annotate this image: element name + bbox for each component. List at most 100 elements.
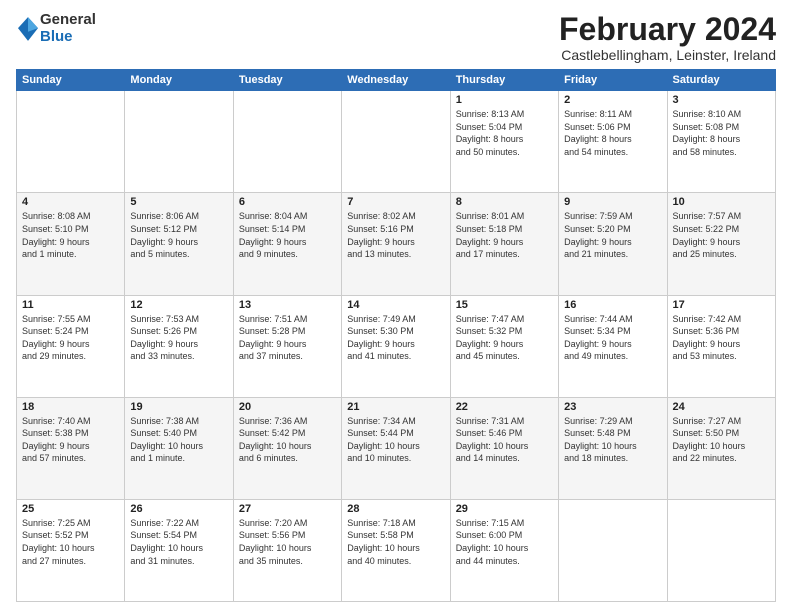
calendar-cell — [125, 91, 233, 193]
week-row-4: 25 Sunrise: 7:25 AM Sunset: 5:52 PM Dayli… — [17, 499, 776, 601]
cell-info: Sunrise: 7:31 AM Sunset: 5:46 PM Dayligh… — [456, 415, 553, 465]
location-subtitle: Castlebellingham, Leinster, Ireland — [559, 47, 776, 63]
day-number: 9 — [564, 196, 661, 208]
calendar-cell: 13Sunrise: 7:51 AM Sunset: 5:28 PM Dayli… — [233, 295, 341, 397]
col-header-saturday: Saturday — [667, 70, 775, 91]
calendar-cell: 3 Sunrise: 8:10 AM Sunset: 5:08 PM Daylig… — [667, 91, 775, 193]
day-number: 23 — [564, 401, 661, 413]
logo-text: General Blue — [40, 12, 96, 45]
day-number: 1 — [456, 94, 553, 106]
day-number: 14 — [347, 299, 444, 311]
day-number: 8 — [456, 196, 553, 208]
page: General Blue February 2024 Castlebelling… — [0, 0, 792, 612]
cell-info: Sunrise: 7:29 AM Sunset: 5:48 PM Dayligh… — [564, 415, 661, 465]
calendar-cell: 28Sunrise: 7:18 AM Sunset: 5:58 PM Dayli… — [342, 499, 450, 601]
calendar-cell: 8 Sunrise: 8:01 AM Sunset: 5:18 PM Daylig… — [450, 193, 558, 295]
logo-blue: Blue — [40, 29, 96, 46]
calendar-cell: 9 Sunrise: 7:59 AM Sunset: 5:20 PM Daylig… — [559, 193, 667, 295]
cell-info: Sunrise: 8:13 AM Sunset: 5:04 PM Dayligh… — [456, 108, 553, 158]
day-number: 11 — [22, 299, 119, 311]
header: General Blue February 2024 Castlebelling… — [16, 12, 776, 63]
day-number: 25 — [22, 503, 119, 515]
cell-info: Sunrise: 7:38 AM Sunset: 5:40 PM Dayligh… — [130, 415, 227, 465]
cell-info: Sunrise: 8:04 AM Sunset: 5:14 PM Dayligh… — [239, 210, 336, 260]
cell-info: Sunrise: 7:57 AM Sunset: 5:22 PM Dayligh… — [673, 210, 770, 260]
calendar-table: SundayMondayTuesdayWednesdayThursdayFrid… — [16, 69, 776, 602]
day-number: 18 — [22, 401, 119, 413]
calendar-cell — [559, 499, 667, 601]
cell-info: Sunrise: 8:08 AM Sunset: 5:10 PM Dayligh… — [22, 210, 119, 260]
cell-info: Sunrise: 8:06 AM Sunset: 5:12 PM Dayligh… — [130, 210, 227, 260]
calendar-cell: 17Sunrise: 7:42 AM Sunset: 5:36 PM Dayli… — [667, 295, 775, 397]
calendar-cell — [667, 499, 775, 601]
calendar-cell: 10Sunrise: 7:57 AM Sunset: 5:22 PM Dayli… — [667, 193, 775, 295]
cell-info: Sunrise: 8:01 AM Sunset: 5:18 PM Dayligh… — [456, 210, 553, 260]
col-header-sunday: Sunday — [17, 70, 125, 91]
calendar-cell: 6 Sunrise: 8:04 AM Sunset: 5:14 PM Daylig… — [233, 193, 341, 295]
logo: General Blue — [16, 12, 96, 45]
header-row: SundayMondayTuesdayWednesdayThursdayFrid… — [17, 70, 776, 91]
calendar-cell: 4 Sunrise: 8:08 AM Sunset: 5:10 PM Daylig… — [17, 193, 125, 295]
title-block: February 2024 Castlebellingham, Leinster… — [559, 12, 776, 63]
day-number: 19 — [130, 401, 227, 413]
calendar-cell: 20 Sunrise: 7:36 AM Sunset: 5:42 PM Dayli… — [233, 397, 341, 499]
calendar-cell: 25 Sunrise: 7:25 AM Sunset: 5:52 PM Dayli… — [17, 499, 125, 601]
calendar-cell: 15 Sunrise: 7:47 AM Sunset: 5:32 PM Dayli… — [450, 295, 558, 397]
col-header-wednesday: Wednesday — [342, 70, 450, 91]
cell-info: Sunrise: 7:15 AM Sunset: 6:00 PM Dayligh… — [456, 517, 553, 567]
cell-info: Sunrise: 7:36 AM Sunset: 5:42 PM Dayligh… — [239, 415, 336, 465]
month-title: February 2024 — [559, 12, 776, 47]
cell-info: Sunrise: 7:25 AM Sunset: 5:52 PM Dayligh… — [22, 517, 119, 567]
cell-info: Sunrise: 7:22 AM Sunset: 5:54 PM Dayligh… — [130, 517, 227, 567]
calendar-cell — [342, 91, 450, 193]
day-number: 13 — [239, 299, 336, 311]
calendar-cell: 22 Sunrise: 7:31 AM Sunset: 5:46 PM Dayli… — [450, 397, 558, 499]
calendar-cell: 2 Sunrise: 8:11 AM Sunset: 5:06 PM Daylig… — [559, 91, 667, 193]
cell-info: Sunrise: 7:59 AM Sunset: 5:20 PM Dayligh… — [564, 210, 661, 260]
day-number: 24 — [673, 401, 770, 413]
cell-info: Sunrise: 8:10 AM Sunset: 5:08 PM Dayligh… — [673, 108, 770, 158]
calendar-cell: 11 Sunrise: 7:55 AM Sunset: 5:24 PM Dayli… — [17, 295, 125, 397]
logo-icon — [18, 15, 38, 43]
col-header-friday: Friday — [559, 70, 667, 91]
day-number: 2 — [564, 94, 661, 106]
cell-info: Sunrise: 7:55 AM Sunset: 5:24 PM Dayligh… — [22, 313, 119, 363]
calendar-cell: 14 Sunrise: 7:49 AM Sunset: 5:30 PM Dayli… — [342, 295, 450, 397]
calendar-cell: 21 Sunrise: 7:34 AM Sunset: 5:44 PM Dayli… — [342, 397, 450, 499]
week-row-0: 1 Sunrise: 8:13 AM Sunset: 5:04 PM Daylig… — [17, 91, 776, 193]
day-number: 15 — [456, 299, 553, 311]
day-number: 27 — [239, 503, 336, 515]
day-number: 3 — [673, 94, 770, 106]
day-number: 21 — [347, 401, 444, 413]
col-header-thursday: Thursday — [450, 70, 558, 91]
day-number: 6 — [239, 196, 336, 208]
day-number: 22 — [456, 401, 553, 413]
calendar-cell — [17, 91, 125, 193]
calendar-cell: 12Sunrise: 7:53 AM Sunset: 5:26 PM Dayli… — [125, 295, 233, 397]
day-number: 20 — [239, 401, 336, 413]
cell-info: Sunrise: 7:49 AM Sunset: 5:30 PM Dayligh… — [347, 313, 444, 363]
calendar-cell: 5Sunrise: 8:06 AM Sunset: 5:12 PM Daylig… — [125, 193, 233, 295]
cell-info: Sunrise: 8:11 AM Sunset: 5:06 PM Dayligh… — [564, 108, 661, 158]
calendar-cell: 1 Sunrise: 8:13 AM Sunset: 5:04 PM Daylig… — [450, 91, 558, 193]
week-row-1: 4 Sunrise: 8:08 AM Sunset: 5:10 PM Daylig… — [17, 193, 776, 295]
calendar-cell: 19 Sunrise: 7:38 AM Sunset: 5:40 PM Dayli… — [125, 397, 233, 499]
day-number: 16 — [564, 299, 661, 311]
day-number: 4 — [22, 196, 119, 208]
logo-general: General — [40, 12, 96, 29]
calendar-cell: 16Sunrise: 7:44 AM Sunset: 5:34 PM Dayli… — [559, 295, 667, 397]
cell-info: Sunrise: 7:34 AM Sunset: 5:44 PM Dayligh… — [347, 415, 444, 465]
cell-info: Sunrise: 7:47 AM Sunset: 5:32 PM Dayligh… — [456, 313, 553, 363]
cell-info: Sunrise: 7:40 AM Sunset: 5:38 PM Dayligh… — [22, 415, 119, 465]
cell-info: Sunrise: 7:20 AM Sunset: 5:56 PM Dayligh… — [239, 517, 336, 567]
calendar-cell: 26Sunrise: 7:22 AM Sunset: 5:54 PM Dayli… — [125, 499, 233, 601]
day-number: 7 — [347, 196, 444, 208]
cell-info: Sunrise: 7:18 AM Sunset: 5:58 PM Dayligh… — [347, 517, 444, 567]
col-header-monday: Monday — [125, 70, 233, 91]
calendar-cell: 27 Sunrise: 7:20 AM Sunset: 5:56 PM Dayli… — [233, 499, 341, 601]
calendar-cell: 24Sunrise: 7:27 AM Sunset: 5:50 PM Dayli… — [667, 397, 775, 499]
calendar-cell: 23 Sunrise: 7:29 AM Sunset: 5:48 PM Dayli… — [559, 397, 667, 499]
col-header-tuesday: Tuesday — [233, 70, 341, 91]
cell-info: Sunrise: 7:42 AM Sunset: 5:36 PM Dayligh… — [673, 313, 770, 363]
calendar-cell: 29Sunrise: 7:15 AM Sunset: 6:00 PM Dayli… — [450, 499, 558, 601]
